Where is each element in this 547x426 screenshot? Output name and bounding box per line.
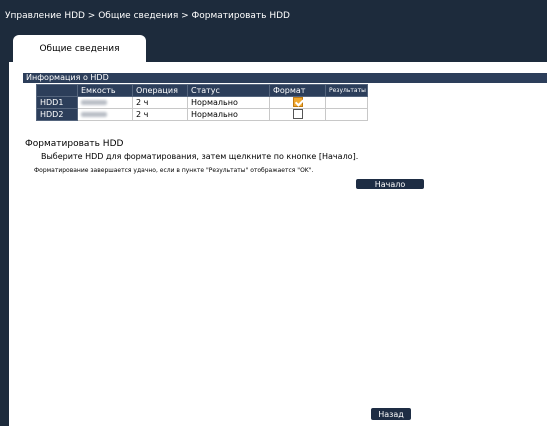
start-button-label: Начало [374,179,406,189]
format-checkbox-hdd1[interactable] [292,97,303,108]
column-header-status: Статус [187,84,270,97]
hdd-info-header: Информация о HDD [23,73,547,83]
back-button-label: Назад [378,409,404,419]
result-cell [325,96,368,109]
format-checkbox-hdd2[interactable] [292,109,303,120]
capacity-cell [77,96,133,109]
format-cell [269,96,326,109]
back-button[interactable]: Назад [371,408,411,420]
column-header [36,84,78,97]
operation-cell: 2 ч [132,108,188,121]
table-row: HDD2 2 ч Нормально [36,108,368,121]
hdd-name: HDD1 [36,96,78,109]
column-header-results: Результаты [325,84,368,97]
capacity-blurred [81,99,107,105]
title-bar: Управление HDD > Общие сведения > Формат… [0,0,547,30]
breadcrumb: Управление HDD > Общие сведения > Формат… [5,11,290,21]
start-button[interactable]: Начало [356,179,424,189]
status-cell: Нормально [187,96,270,109]
format-instruction: Выберите HDD для форматирования, затем щ… [41,152,359,161]
status-cell: Нормально [187,108,270,121]
hdd-info-table: Емкость Операция Статус Формат Результат… [36,84,368,121]
result-cell [325,108,368,121]
tab-label: Общие сведения [39,43,120,54]
main-panel: Информация о HDD Емкость Операция Статус… [9,62,547,426]
column-header-operation: Операция [132,84,188,97]
column-header-capacity: Емкость [77,84,133,97]
format-section-title: Форматировать HDD [25,139,124,149]
table-row: HDD1 2 ч Нормально [36,96,368,109]
capacity-cell [77,108,133,121]
table-header-row: Емкость Операция Статус Формат Результат… [36,84,368,97]
hdd-name: HDD2 [36,108,78,121]
format-cell [269,108,326,121]
column-header-format: Формат [269,84,326,97]
operation-cell: 2 ч [132,96,188,109]
tab-general-info[interactable]: Общие сведения [13,35,146,62]
format-note: Форматирование завершается удачно, если … [34,167,314,174]
capacity-blurred [81,111,107,117]
